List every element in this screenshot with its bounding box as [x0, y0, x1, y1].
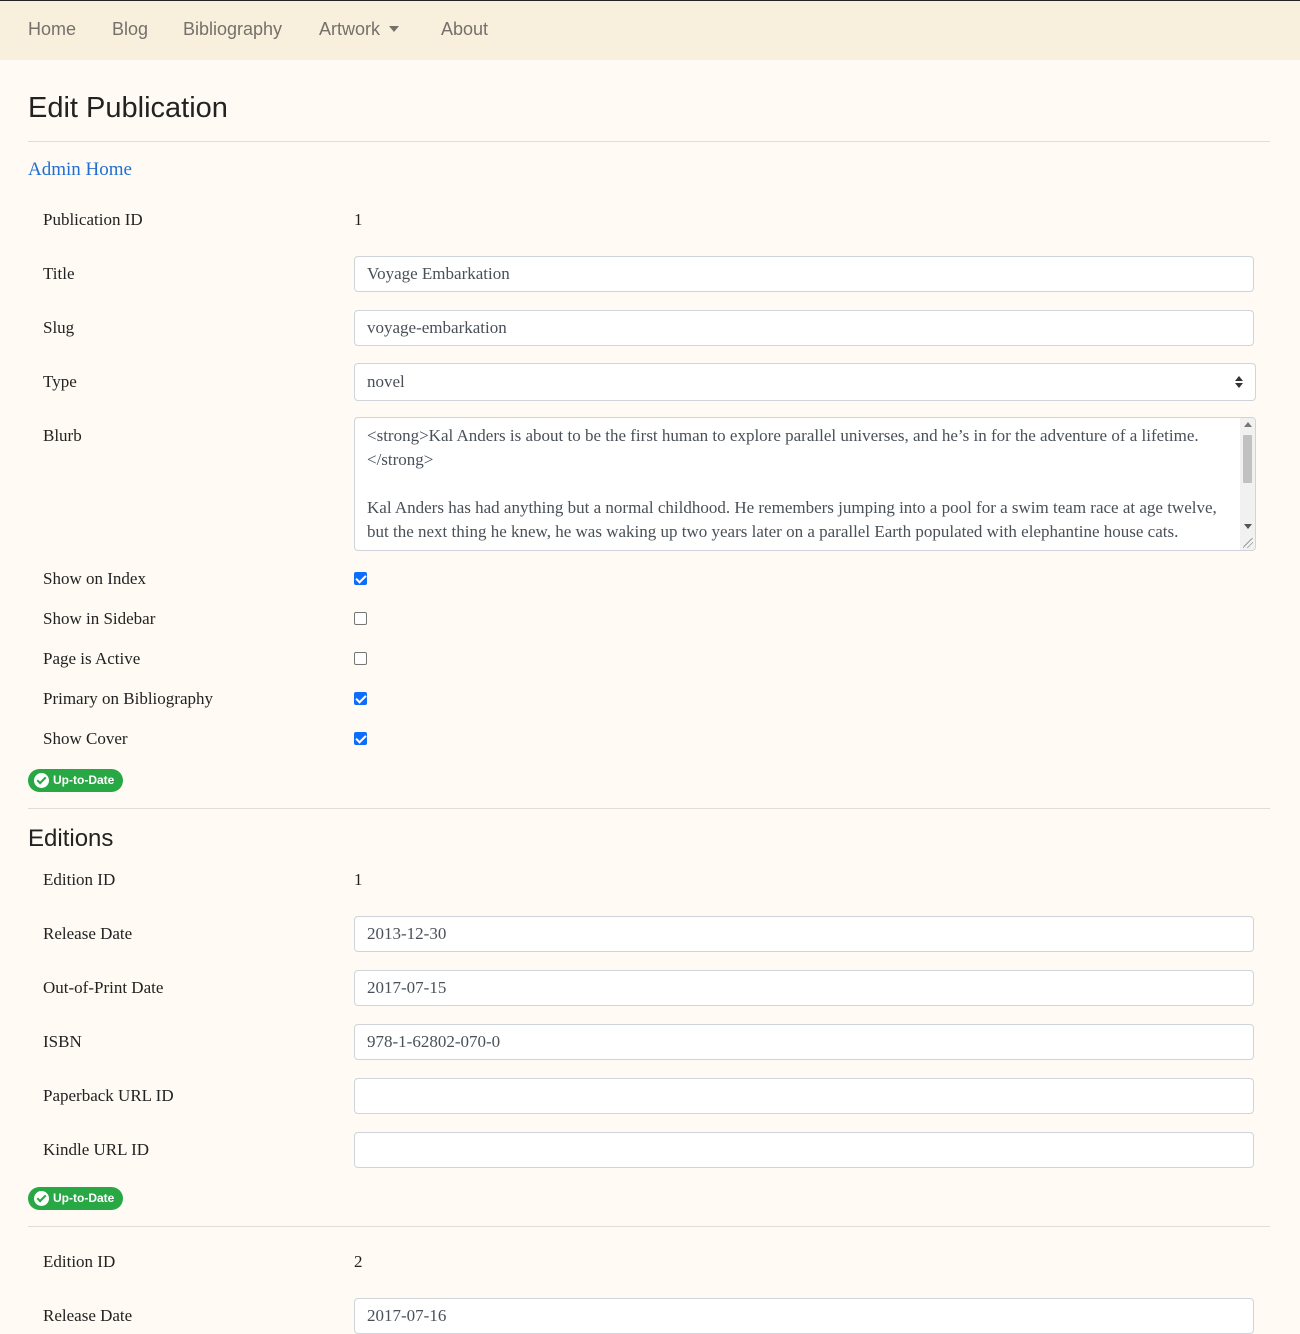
divider: [28, 808, 1270, 809]
nav-artwork-dropdown[interactable]: Artwork: [319, 19, 400, 40]
page-is-active-label: Page is Active: [43, 649, 141, 668]
paperback-url-id-input[interactable]: [354, 1078, 1254, 1114]
check-circle-icon: [34, 773, 49, 788]
type-selected-value: novel: [367, 372, 405, 391]
primary-on-bibliography-checkbox[interactable]: [354, 692, 367, 705]
navbar: Home Blog Bibliography Artwork About: [0, 1, 1300, 60]
page-is-active-checkbox[interactable]: [354, 652, 367, 665]
nav-blog[interactable]: Blog: [112, 19, 148, 40]
paperback-url-id-label: Paperback URL ID: [43, 1086, 174, 1105]
slug-label: Slug: [43, 318, 75, 337]
caret-down-icon: [389, 26, 400, 32]
edition-id-value: 1: [354, 870, 363, 889]
publication-id-label: Publication ID: [43, 210, 143, 229]
resize-grip-icon[interactable]: [1243, 538, 1253, 548]
slug-input[interactable]: [354, 310, 1254, 346]
blurb-textarea[interactable]: <strong>Kal Anders is about to be the fi…: [354, 417, 1256, 551]
isbn-input[interactable]: [354, 1024, 1254, 1060]
nav-home[interactable]: Home: [28, 19, 76, 40]
release-date-label: Release Date: [43, 1306, 133, 1325]
release-date-input[interactable]: [354, 1298, 1254, 1334]
isbn-label: ISBN: [43, 1032, 82, 1051]
release-date-label: Release Date: [43, 924, 133, 943]
editions-heading: Editions: [28, 825, 114, 852]
scroll-down-arrow-icon[interactable]: [1244, 524, 1252, 529]
edition-id-label: Edition ID: [43, 870, 116, 889]
check-circle-icon: [34, 1191, 49, 1206]
admin-home-link[interactable]: Admin Home: [28, 159, 132, 181]
edition-id-label: Edition ID: [43, 1252, 116, 1271]
title-label: Title: [43, 264, 75, 283]
kindle-url-id-label: Kindle URL ID: [43, 1140, 150, 1159]
status-badge: Up-to-Date: [28, 769, 123, 792]
scroll-up-arrow-icon[interactable]: [1244, 422, 1252, 427]
show-in-sidebar-label: Show in Sidebar: [43, 609, 156, 628]
type-select[interactable]: novel: [354, 363, 1256, 401]
edition-id-value: 2: [354, 1252, 363, 1271]
blurb-scrollbar[interactable]: [1240, 418, 1255, 550]
release-date-input[interactable]: [354, 916, 1254, 952]
type-label: Type: [43, 372, 77, 391]
publication-id-value: 1: [354, 210, 363, 229]
page-title: Edit Publication: [28, 92, 228, 124]
kindle-url-id-input[interactable]: [354, 1132, 1254, 1168]
out-of-print-date-label: Out-of-Print Date: [43, 978, 164, 997]
select-arrows-icon: [1235, 376, 1243, 389]
nav-artwork-label: Artwork: [319, 19, 381, 39]
blurb-text: <strong>Kal Anders is about to be the fi…: [367, 426, 1217, 541]
status-badge-text: Up-to-Date: [53, 773, 115, 787]
nav-bibliography[interactable]: Bibliography: [183, 19, 282, 40]
show-on-index-checkbox[interactable]: [354, 572, 367, 585]
show-in-sidebar-checkbox[interactable]: [354, 612, 367, 625]
show-cover-checkbox[interactable]: [354, 732, 367, 745]
out-of-print-date-input[interactable]: [354, 970, 1254, 1006]
show-on-index-label: Show on Index: [43, 569, 146, 588]
divider: [28, 1226, 1270, 1227]
divider: [28, 141, 1270, 142]
nav-about[interactable]: About: [441, 19, 488, 40]
blurb-label: Blurb: [43, 426, 82, 445]
show-cover-label: Show Cover: [43, 729, 128, 748]
scroll-thumb[interactable]: [1243, 435, 1252, 483]
status-badge-text: Up-to-Date: [53, 1191, 115, 1205]
status-badge: Up-to-Date: [28, 1187, 123, 1210]
title-input[interactable]: [354, 256, 1254, 292]
primary-on-bibliography-label: Primary on Bibliography: [43, 689, 213, 708]
